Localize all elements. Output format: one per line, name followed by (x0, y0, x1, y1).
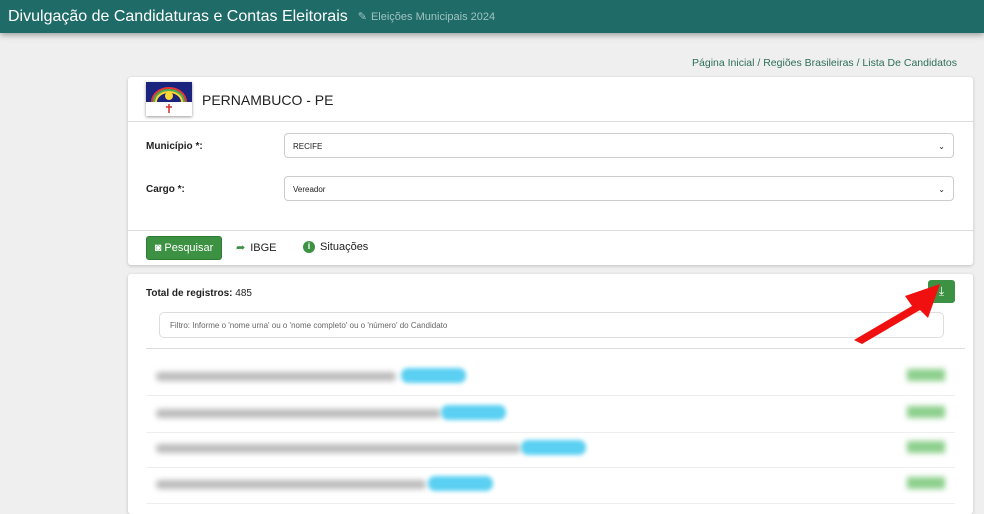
chevron-down-icon: ⌄ (938, 185, 945, 194)
candidate-row[interactable] (146, 395, 955, 433)
election-link[interactable]: ✎ Eleições Municipais 2024 (357, 10, 496, 24)
edit-icon: ✎ (357, 11, 367, 23)
municipio-label: Município *: (146, 141, 203, 152)
election-label: Eleições Municipais 2024 (370, 10, 496, 23)
municipio-select[interactable]: RECIFE ⌄ (284, 133, 954, 158)
total-records: Total de registros: 485 (146, 288, 252, 299)
total-label: Total de registros: (146, 288, 233, 299)
situacoes-link[interactable]: i Situações (303, 241, 368, 253)
search-button[interactable]: ◙ Pesquisar (146, 236, 222, 260)
app-title: Divulgação de Candidaturas e Contas Elei… (8, 7, 348, 25)
app-header: Divulgação de Candidaturas e Contas Elei… (0, 0, 984, 33)
cargo-value: Vereador (293, 185, 326, 194)
chevron-down-icon: ⌄ (938, 142, 945, 151)
search-label: Pesquisar (164, 242, 214, 254)
candidate-row[interactable] (146, 430, 955, 468)
ibge-link[interactable]: ➦ IBGE (236, 241, 277, 255)
camera-icon: ◙ (154, 242, 162, 254)
candidate-row[interactable] (146, 358, 955, 396)
filter-input[interactable]: Filtro: Informe o 'nome urna' ou o 'nome… (159, 312, 944, 338)
state-title: PERNAMBUCO - PE (202, 92, 334, 108)
results-card: Total de registros: 485 ⤓ Filtro: Inform… (128, 274, 973, 514)
total-value: 485 (235, 288, 252, 299)
info-icon: i (303, 241, 315, 253)
cargo-label: Cargo *: (146, 184, 185, 195)
share-icon: ➦ (236, 242, 246, 254)
situacoes-label: Situações (320, 241, 369, 253)
pernambuco-flag (146, 82, 192, 116)
candidate-row[interactable] (146, 466, 955, 504)
cargo-select[interactable]: Vereador ⌄ (284, 176, 954, 201)
municipio-value: RECIFE (293, 142, 323, 151)
red-arrow-annotation (854, 284, 940, 344)
ibge-label: IBGE (250, 241, 277, 254)
search-card: PERNAMBUCO - PE Município *: RECIFE ⌄ Car… (128, 77, 973, 265)
breadcrumb[interactable]: Página Inicial / Regiões Brasileiras / L… (692, 57, 957, 69)
